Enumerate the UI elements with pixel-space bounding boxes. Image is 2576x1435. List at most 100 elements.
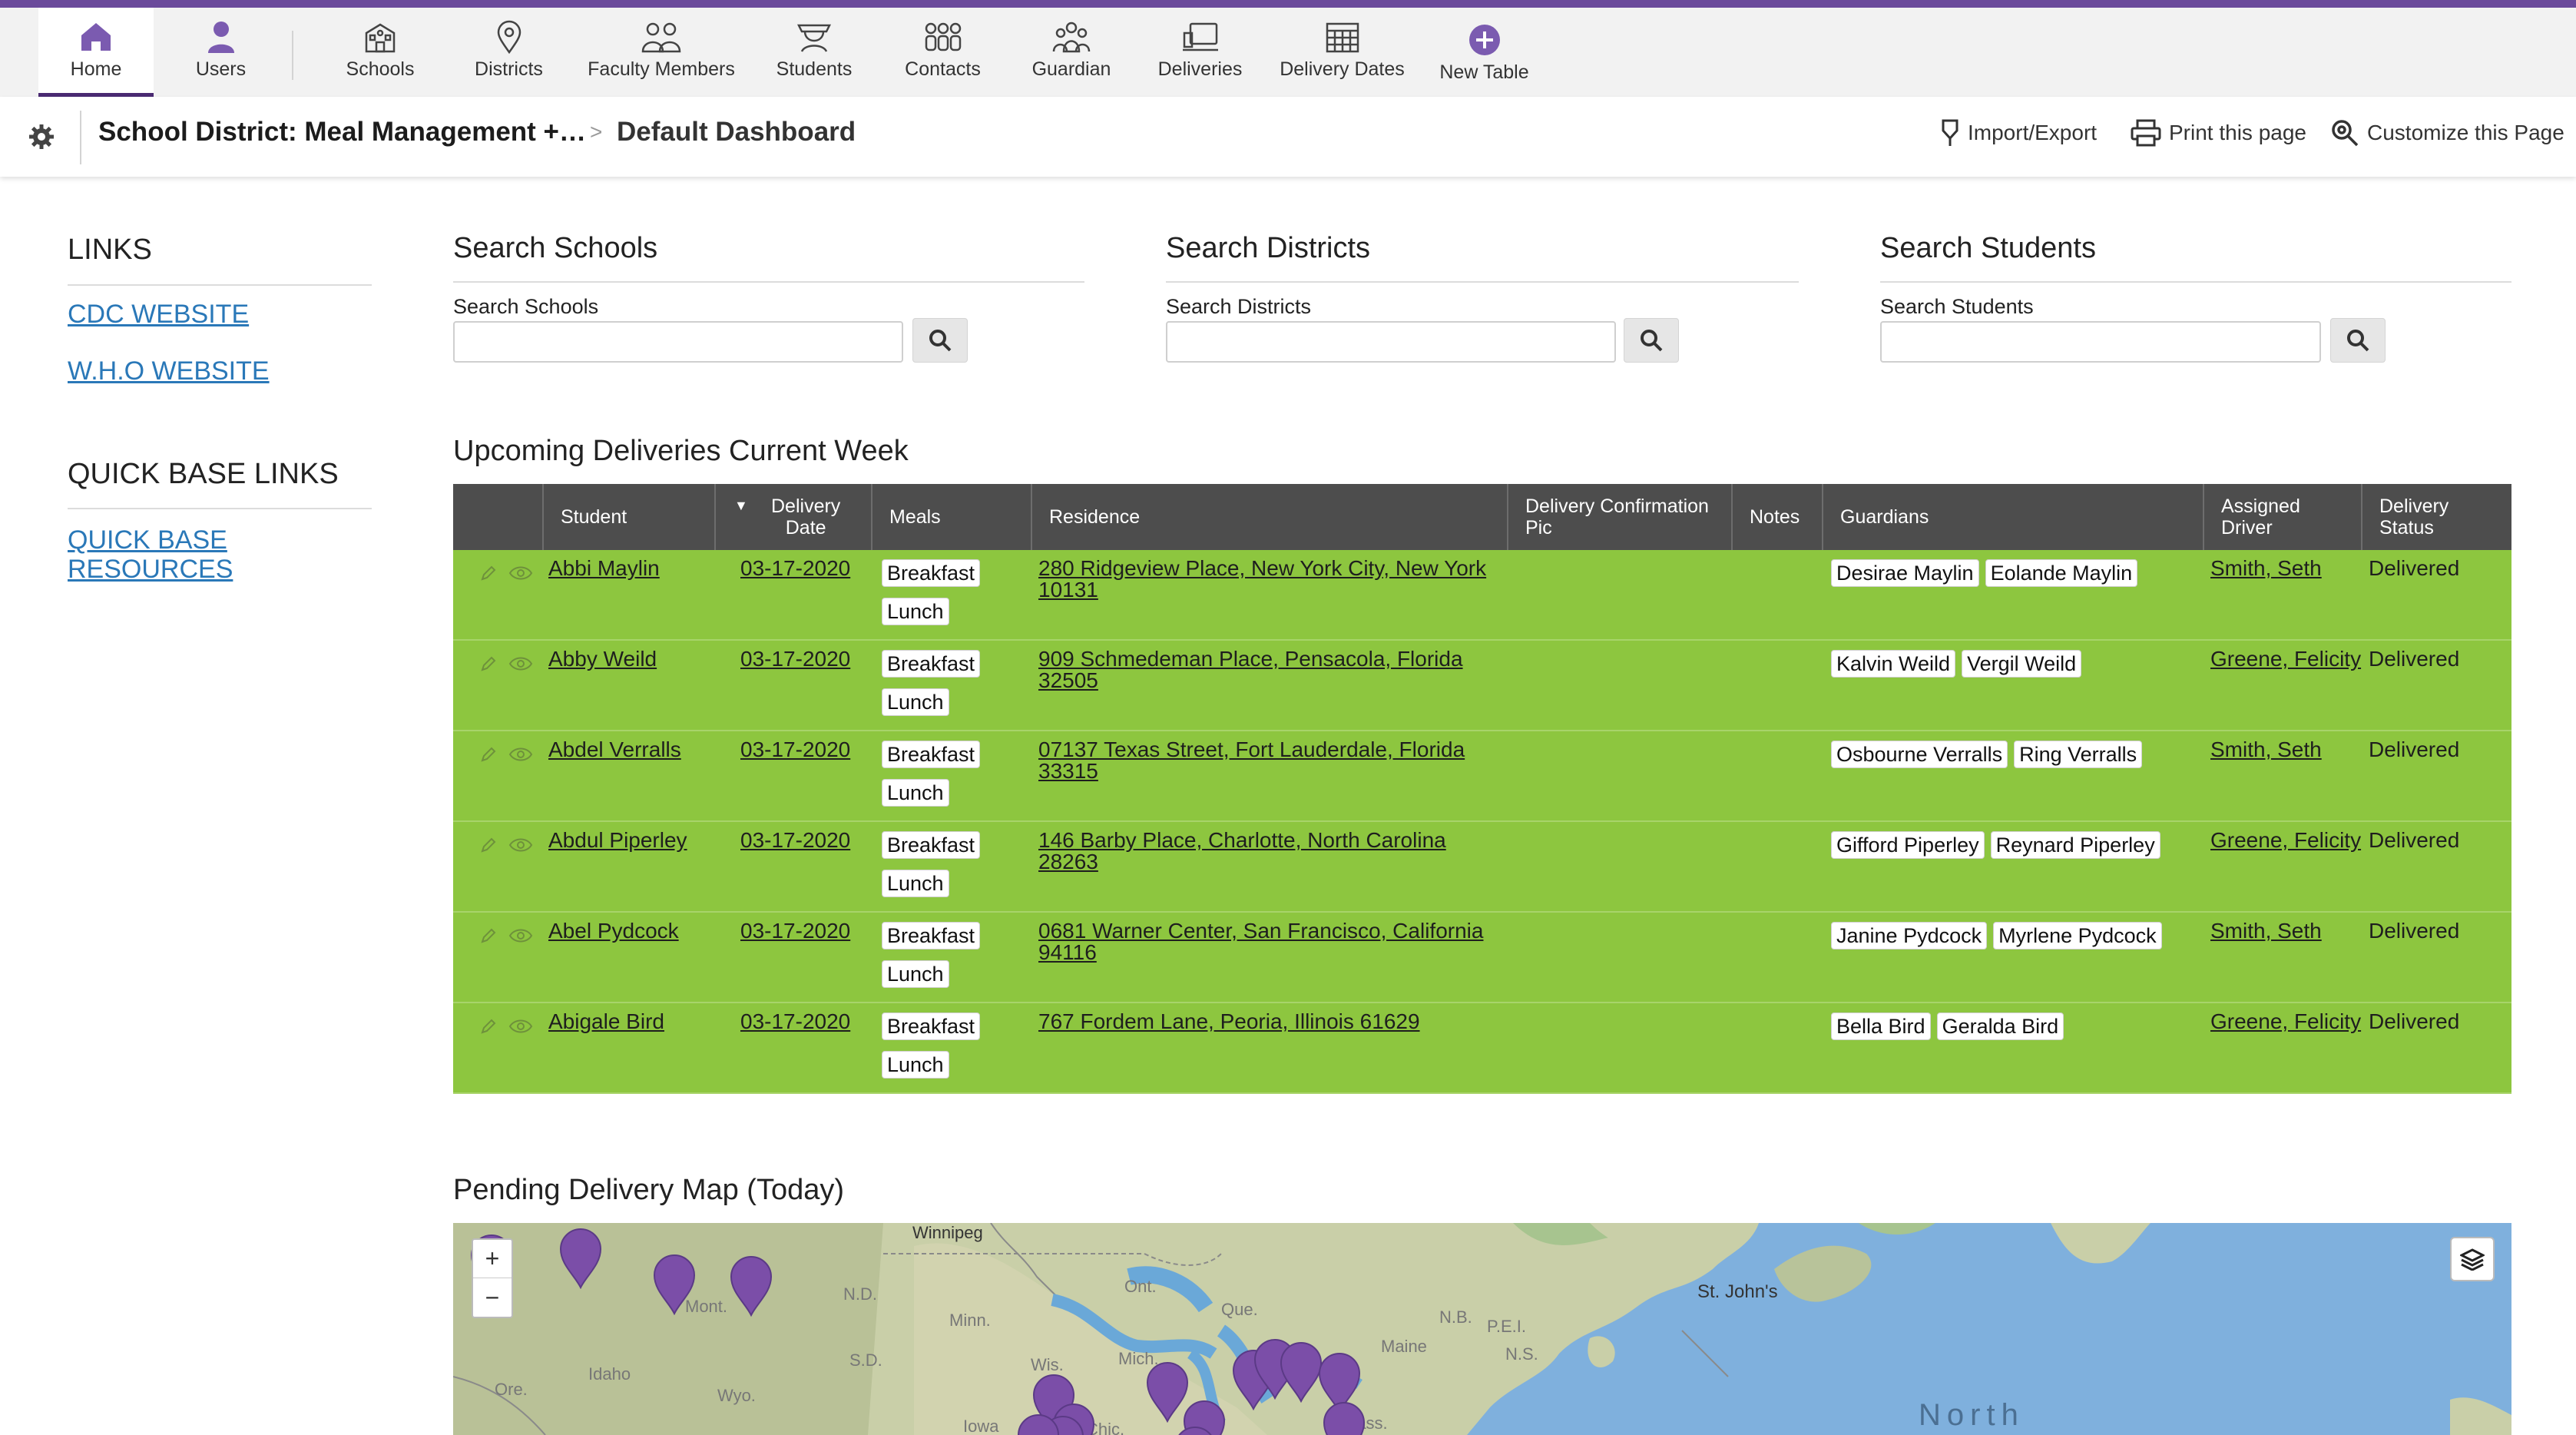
print-button[interactable]: Print this page <box>2131 117 2306 149</box>
delivery-date-link[interactable]: 03-17-2020 <box>740 1011 850 1032</box>
map-pin-marker[interactable] <box>651 1254 697 1315</box>
student-link[interactable]: Abigale Bird <box>548 1011 664 1032</box>
residence-link[interactable]: 767 Fordem Lane, Peoria, Illinois 61629 <box>1038 1011 1499 1032</box>
column-header-guardians[interactable]: Guardians <box>1823 484 2204 550</box>
pending-delivery-map[interactable]: Winnipeg St. John's Ont. N.D. Minn. S.D.… <box>453 1223 2511 1435</box>
residence-link[interactable]: 07137 Texas Street, Fort Lauderdale, Flo… <box>1038 739 1499 782</box>
nav-faculty-members[interactable]: Faculty Members <box>580 8 743 97</box>
column-header-residence[interactable]: Residence <box>1032 484 1508 550</box>
link-quickbase-resources[interactable]: QUICK BASE <box>68 525 227 555</box>
delivery-date-link[interactable]: 03-17-2020 <box>740 920 850 942</box>
map-pin-marker[interactable] <box>1015 1413 1061 1435</box>
search-schools-button[interactable] <box>912 318 968 363</box>
search-districts-input[interactable] <box>1166 321 1616 363</box>
delivery-date-link[interactable]: 03-17-2020 <box>740 648 850 670</box>
column-header-assigned-driver[interactable]: Assigned Driver <box>2204 484 2362 550</box>
residence-link[interactable]: 280 Ridgeview Place, New York City, New … <box>1038 558 1499 601</box>
guardian-tag[interactable]: Kalvin Weild <box>1831 650 1956 678</box>
residence-link[interactable]: 0681 Warner Center, San Francisco, Calif… <box>1038 920 1499 963</box>
column-header-meals[interactable]: Meals <box>872 484 1032 550</box>
delivery-date-link[interactable]: 03-17-2020 <box>740 739 850 761</box>
search-schools-input[interactable] <box>453 321 903 363</box>
view-eye-icon[interactable] <box>508 836 533 854</box>
delivery-date-link[interactable]: 03-17-2020 <box>740 558 850 579</box>
nav-delivery-dates[interactable]: Delivery Dates <box>1271 8 1413 97</box>
guardian-tag[interactable]: Osbourne Verralls <box>1831 741 2008 768</box>
assigned-driver-link[interactable]: Greene, Felicity <box>2210 648 2361 670</box>
zoom-in-button[interactable]: + <box>473 1240 512 1278</box>
import-export-button[interactable]: Import/Export <box>1940 117 2097 149</box>
edit-pencil-icon[interactable] <box>479 564 498 582</box>
guardian-tag[interactable]: Janine Pydcock <box>1831 922 1988 949</box>
guardian-tag[interactable]: Geralda Bird <box>1936 1012 2064 1040</box>
search-gear-icon <box>2332 120 2359 147</box>
map-pin-marker[interactable] <box>558 1228 604 1289</box>
nav-guardian[interactable]: Guardian <box>1014 8 1129 97</box>
guardian-tag[interactable]: Myrlene Pydcock <box>1993 922 2162 949</box>
assigned-driver-link[interactable]: Smith, Seth <box>2210 739 2322 761</box>
guardian-tag[interactable]: Ring Verralls <box>2014 741 2143 768</box>
assigned-driver-link[interactable]: Greene, Felicity <box>2210 1011 2361 1032</box>
assigned-driver-link[interactable]: Smith, Seth <box>2210 558 2322 579</box>
student-link[interactable]: Abel Pydcock <box>548 920 679 942</box>
nav-districts[interactable]: Districts <box>453 8 565 97</box>
edit-pencil-icon[interactable] <box>479 836 498 854</box>
column-header-delivery-confirmation-pic[interactable]: Delivery Confirmation Pic <box>1508 484 1733 550</box>
edit-pencil-icon[interactable] <box>479 926 498 945</box>
view-eye-icon[interactable] <box>508 564 533 582</box>
residence-link[interactable]: 909 Schmedeman Place, Pensacola, Florida… <box>1038 648 1499 691</box>
links-heading: LINKS <box>68 234 152 266</box>
search-students-button[interactable] <box>2330 318 2386 363</box>
edit-pencil-icon[interactable] <box>479 655 498 673</box>
column-header-delivery-status[interactable]: Delivery Status <box>2362 484 2511 550</box>
search-districts-button[interactable] <box>1624 318 1679 363</box>
view-eye-icon[interactable] <box>508 1017 533 1036</box>
column-header-notes[interactable]: Notes <box>1733 484 1823 550</box>
student-link[interactable]: Abdul Piperley <box>548 830 687 851</box>
guardian-tag[interactable]: Bella Bird <box>1831 1012 1931 1040</box>
guardian-tag[interactable]: Desirae Maylin <box>1831 559 1979 587</box>
map-label-idaho: Idaho <box>588 1364 631 1384</box>
guardian-tag[interactable]: Reynard Piperley <box>1990 831 2160 859</box>
search-students-input[interactable] <box>1880 321 2321 363</box>
zoom-out-button[interactable]: − <box>473 1278 512 1317</box>
student-link[interactable]: Abbi Maylin <box>548 558 660 579</box>
nav-deliveries[interactable]: Deliveries <box>1144 8 1256 97</box>
guardian-tag[interactable]: Gifford Piperley <box>1831 831 1985 859</box>
gear-icon[interactable] <box>28 123 55 154</box>
breadcrumb-app-name[interactable]: School District: Meal Management +… <box>98 117 586 147</box>
guardian-tag[interactable]: Eolande Maylin <box>1985 559 2138 587</box>
view-eye-icon[interactable] <box>508 745 533 764</box>
view-eye-icon[interactable] <box>508 926 533 945</box>
residence-link[interactable]: 146 Barby Place, Charlotte, North Caroli… <box>1038 830 1499 873</box>
deliveries-table-title: Upcoming Deliveries Current Week <box>453 435 909 467</box>
link-quickbase-resources[interactable]: RESOURCES <box>68 555 233 585</box>
assigned-driver-link[interactable]: Greene, Felicity <box>2210 830 2361 851</box>
map-pin-marker[interactable] <box>1172 1426 1218 1435</box>
map-pin-marker[interactable] <box>1321 1401 1367 1435</box>
delivery-date-link[interactable]: 03-17-2020 <box>740 830 850 851</box>
student-link[interactable]: Abdel Verralls <box>548 739 681 761</box>
student-link[interactable]: Abby Weild <box>548 648 657 670</box>
map-label-minn: Minn. <box>949 1311 991 1330</box>
meals-cell: Breakfast Lunch <box>882 831 986 897</box>
nav-users[interactable]: Users <box>165 8 276 97</box>
nav-home[interactable]: Home <box>38 8 154 97</box>
column-header-student[interactable]: Student <box>544 484 716 550</box>
nav-schools[interactable]: Schools <box>323 8 438 97</box>
customize-page-button[interactable]: Customize this Page <box>2330 117 2564 149</box>
map-layers-button[interactable] <box>2450 1237 2495 1281</box>
link-who-website[interactable]: W.H.O WEBSITE <box>68 356 270 386</box>
nav-new-table[interactable]: New Table <box>1429 8 1540 97</box>
nav-students[interactable]: Students <box>757 8 872 97</box>
edit-pencil-icon[interactable] <box>479 745 498 764</box>
assigned-driver-link[interactable]: Smith, Seth <box>2210 920 2322 942</box>
students-icon <box>757 18 872 55</box>
view-eye-icon[interactable] <box>508 655 533 673</box>
nav-contacts[interactable]: Contacts <box>887 8 998 97</box>
column-header-delivery-date[interactable]: ▼ Delivery Date <box>716 484 872 550</box>
edit-pencil-icon[interactable] <box>479 1017 498 1036</box>
guardian-tag[interactable]: Vergil Weild <box>1962 650 2082 678</box>
link-cdc-website[interactable]: CDC WEBSITE <box>68 300 249 330</box>
map-pin-marker[interactable] <box>728 1255 774 1317</box>
